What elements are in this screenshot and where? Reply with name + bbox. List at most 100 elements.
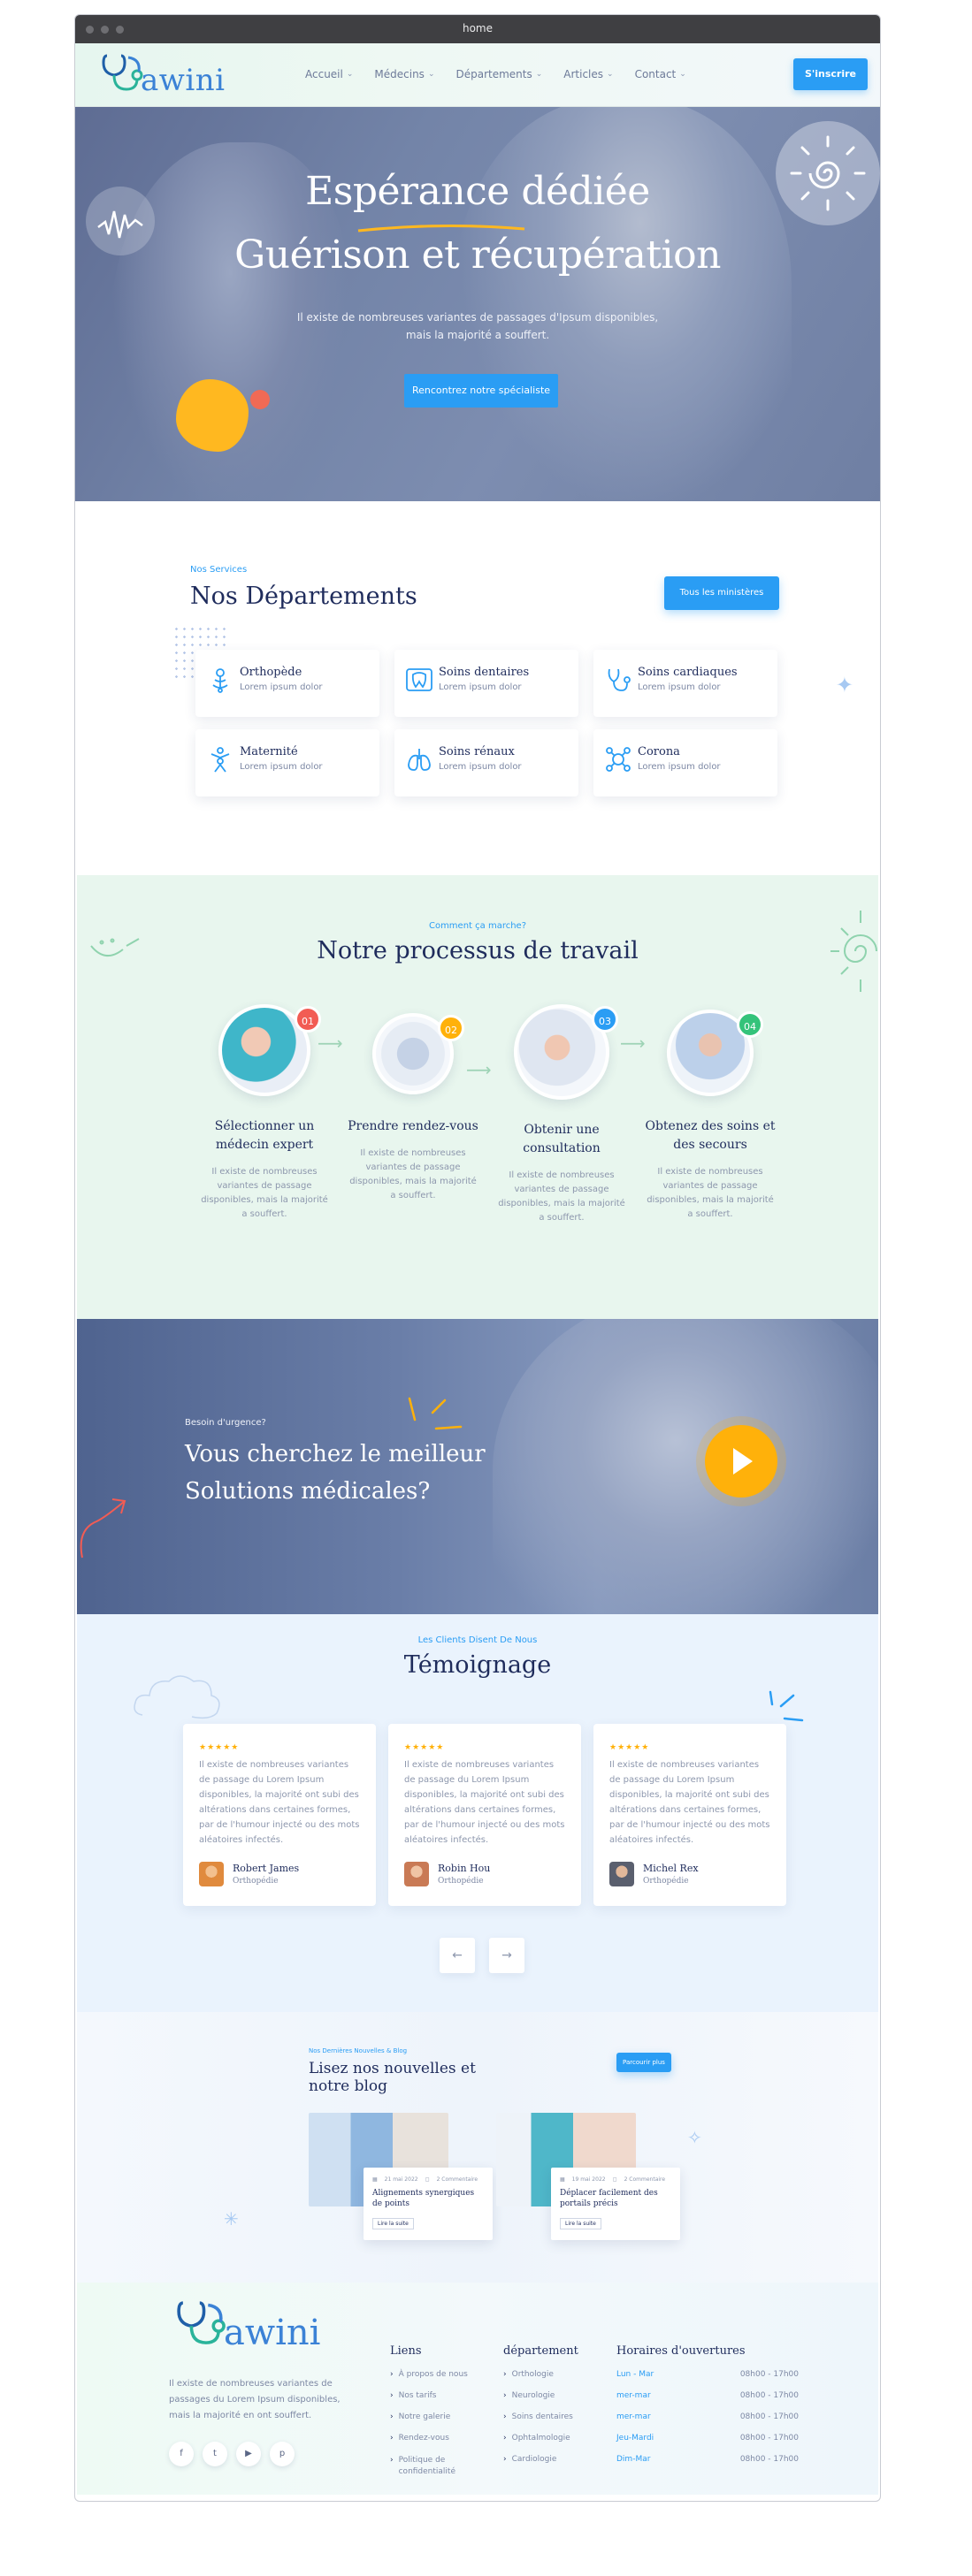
footer-link[interactable]: › Rendez-vous	[390, 2434, 478, 2455]
testimonial-card: ★★★★★ Il existe de nombreuses variantes …	[593, 1724, 786, 1906]
chevron-right-icon: ›	[503, 2434, 507, 2443]
blog-title[interactable]: Déplacer facilement des portails précis	[560, 2188, 671, 2209]
testimonial-author: Robin Hou Orthopédie	[404, 1862, 565, 1886]
calendar-icon: ▦	[372, 2176, 378, 2183]
chevron-down-icon: ⌄	[535, 70, 543, 79]
section-eyebrow: Les Clients Disent De Nous	[417, 1635, 538, 1645]
menu-item-medecins[interactable]: Médecins ⌄	[374, 68, 434, 80]
process-step-3: 03 Obtenir une consultation Il existe de …	[493, 1004, 631, 1225]
stethoscope-logo-icon	[102, 54, 143, 91]
blog-title[interactable]: Alignements synergiques de points	[372, 2188, 484, 2209]
burst-lines-icon	[408, 1397, 463, 1430]
stethoscope-logo-icon	[177, 2301, 226, 2344]
play-icon	[733, 1448, 753, 1475]
step-number-badge: 02	[438, 1015, 464, 1041]
footer-link[interactable]: › À propos de nous	[390, 2370, 478, 2391]
hero-photo-nurse	[455, 107, 792, 501]
footer-link[interactable]: › Neurologie	[503, 2391, 578, 2412]
logo[interactable]: awini	[98, 50, 226, 98]
read-more-button[interactable]: Lire la suite	[372, 2218, 414, 2229]
window-title: home	[462, 22, 494, 34]
comment-icon: ◻	[612, 2176, 617, 2183]
footer-link[interactable]: › Politique de confidentialité	[390, 2455, 478, 2485]
footer-link[interactable]: › Soins dentaires	[503, 2412, 578, 2434]
tooth-icon	[406, 668, 432, 691]
footer-link[interactable]: › Ophtalmologie	[503, 2434, 578, 2455]
menu-item-contact[interactable]: Contact ⌄	[635, 68, 686, 80]
footer-logo[interactable]: awini	[172, 2297, 320, 2353]
process-steps: 01 Sélectionner un médecin expert Il exis…	[195, 1004, 779, 1225]
signup-button[interactable]: S'inscrire	[793, 58, 868, 90]
rating-stars: ★★★★★	[199, 1743, 240, 1752]
column-title: département	[503, 2344, 578, 2358]
testimonial-text: Il existe de nombreuses variantes de pas…	[609, 1760, 770, 1845]
arrow-doodle-icon	[80, 1498, 126, 1559]
testimonial-cards: ★★★★★ Il existe de nombreuses variantes …	[183, 1724, 786, 1906]
blog-post[interactable]: ▦ 21 mai 2022 ◻ 2 Commentaire Alignements s…	[309, 2113, 494, 2244]
menu-item-articles[interactable]: Articles ⌄	[563, 68, 613, 80]
emergency-section: Besoin d'urgence? Vous cherchez le meill…	[77, 1319, 878, 1614]
browse-more-button[interactable]: Parcourir plus	[616, 2053, 671, 2072]
next-arrow-button[interactable]: →	[489, 1938, 524, 1973]
title-bar: home	[75, 15, 880, 43]
section-eyebrow: Comment ça marche?	[428, 921, 527, 931]
department-card-corona[interactable]: Corona Lorem ipsum dolor	[593, 729, 777, 796]
chevron-right-icon: ›	[390, 2434, 394, 2443]
blog-section: ✳ ✧ Nos Dernières Nouvelles & Blog Lisez…	[77, 2012, 878, 2283]
avatar	[199, 1862, 224, 1886]
step-number-badge: 01	[295, 1006, 321, 1033]
all-departments-button[interactable]: Tous les ministères	[664, 576, 779, 610]
chevron-right-icon: ›	[503, 2370, 507, 2379]
chevron-right-icon: ›	[503, 2412, 507, 2421]
pinterest-icon[interactable]: p	[270, 2442, 295, 2466]
hero-title-line-2: Guérison et récupération	[234, 232, 721, 278]
footer-link[interactable]: › Orthologie	[503, 2370, 578, 2391]
hours-row: mer-mar 08h00 - 17h00	[616, 2412, 799, 2421]
department-card-renal[interactable]: Soins rénaux Lorem ipsum dolor	[394, 729, 578, 796]
testimonials-section: Les Clients Disent De Nous Témoignage ★★…	[77, 1614, 878, 2012]
step-title: Obtenir une consultation	[523, 1123, 601, 1155]
previous-arrow-button[interactable]: ←	[440, 1938, 475, 1973]
step-description: Il existe de nombreuses variantes de pas…	[201, 1167, 328, 1219]
footer-link[interactable]: › Cardiologie	[503, 2455, 578, 2476]
process-step-4: 04 Obtenez des soins et des secours Il ex…	[641, 1010, 779, 1225]
hours-row: Jeu-Mardi 08h00 - 17h00	[616, 2434, 799, 2443]
blog-post[interactable]: ▦ 19 mai 2022 ◻ 2 Commentaire Déplacer faci…	[496, 2113, 682, 2244]
department-card-orthopede[interactable]: Orthopède Lorem ipsum dolor	[195, 650, 379, 717]
column-title: Liens	[390, 2344, 422, 2358]
menu-item-accueil[interactable]: Accueil ⌄	[305, 68, 353, 80]
meet-specialist-button[interactable]: Rencontrez notre spécialiste	[404, 374, 558, 408]
menu-item-departements[interactable]: Départements ⌄	[455, 68, 542, 80]
sparkle-icon: ✳	[224, 2208, 239, 2229]
stethoscope-icon	[608, 668, 631, 691]
twitter-icon[interactable]: t	[203, 2442, 227, 2466]
step-number-badge: 04	[737, 1011, 763, 1038]
testimonial-card: ★★★★★ Il existe de nombreuses variantes …	[388, 1724, 581, 1906]
blog-meta: ▦ 19 mai 2022 ◻ 2 Commentaire	[560, 2176, 666, 2183]
facebook-icon[interactable]: f	[169, 2442, 194, 2466]
department-card-maternity[interactable]: Maternité Lorem ipsum dolor	[195, 729, 379, 796]
calendar-icon: ▦	[560, 2176, 565, 2183]
play-video-button[interactable]	[705, 1425, 777, 1498]
chevron-right-icon: ›	[390, 2412, 394, 2421]
chevron-right-icon: ›	[390, 2391, 394, 2400]
hours-row: mer-mar 08h00 - 17h00	[616, 2391, 799, 2400]
step-title: Prendre rendez-vous	[348, 1119, 478, 1133]
youtube-icon[interactable]: ▶	[236, 2442, 261, 2466]
step-title: Sélectionner un médecin expert	[214, 1119, 315, 1152]
department-card-dental[interactable]: Soins dentaires Lorem ipsum dolor	[394, 650, 578, 717]
section-title: Nos Départements	[190, 583, 417, 610]
chevron-right-icon: ›	[503, 2455, 507, 2464]
department-card-cardiac[interactable]: Soins cardiaques Lorem ipsum dolor	[593, 650, 777, 717]
doctors-photo	[493, 1319, 878, 1614]
column-title: Horaires d'ouvertures	[616, 2344, 746, 2358]
read-more-button[interactable]: Lire la suite	[560, 2218, 601, 2229]
section-title: Lisez nos nouvelles et notre blog	[309, 2060, 476, 2095]
footer-link[interactable]: › Nos tarifs	[390, 2391, 478, 2412]
step-description: Il existe de nombreuses variantes de pas…	[498, 1170, 625, 1223]
footer-link[interactable]: › Notre galerie	[390, 2412, 478, 2434]
blog-card: ▦ 21 mai 2022 ◻ 2 Commentaire Alignements s…	[364, 2168, 493, 2240]
sparkle-icon: ✦	[835, 673, 853, 697]
departments-section: ✦ Nos Services Nos Départements Tous les…	[75, 501, 880, 875]
rating-stars: ★★★★★	[609, 1743, 650, 1752]
